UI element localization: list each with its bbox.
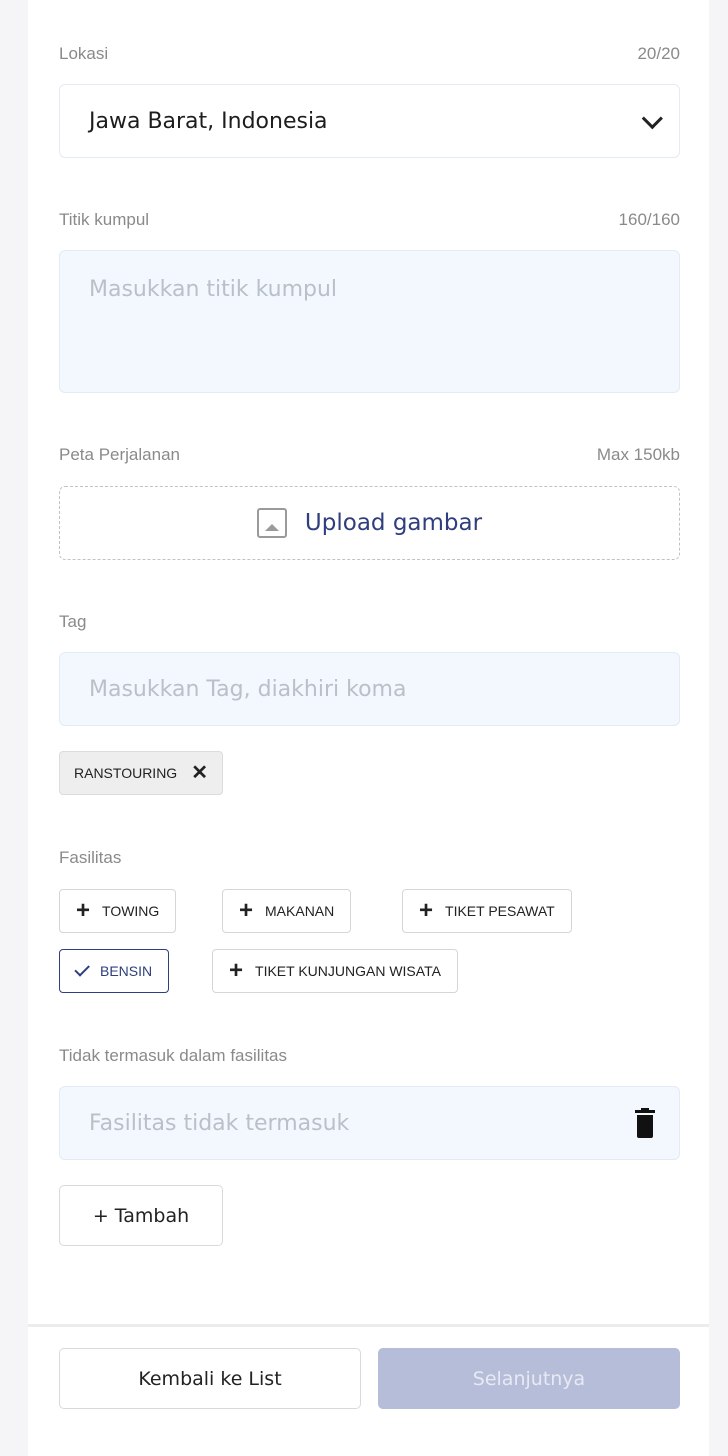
route-map-label-row: Peta Perjalanan Max 150kb — [59, 445, 680, 465]
excluded-label-row: Tidak termasuk dalam fasilitas — [59, 1046, 680, 1066]
trash-icon[interactable] — [635, 1108, 655, 1138]
check-icon — [74, 961, 90, 977]
location-label-row: Lokasi 20/20 — [59, 44, 680, 64]
tag-input[interactable]: Masukkan Tag, diakhiri koma — [59, 652, 680, 726]
location-value: Jawa Barat, Indonesia — [89, 108, 328, 134]
meeting-point-label: Titik kumpul — [59, 210, 150, 229]
excluded-placeholder: Fasilitas tidak termasuk — [89, 1110, 350, 1136]
plus-icon: + — [239, 897, 254, 924]
plus-icon: + — [229, 957, 244, 984]
facilities-label: Fasilitas — [59, 848, 122, 867]
route-map-limit: Max 150kb — [596, 445, 680, 464]
meeting-point-textarea[interactable]: Masukkan titik kumpul — [59, 250, 680, 393]
back-to-list-button[interactable]: Kembali ke List — [59, 1348, 361, 1409]
facility-bensin-button[interactable]: BENSIN — [59, 949, 170, 993]
next-button[interactable]: Selanjutnya — [378, 1348, 680, 1409]
location-label: Lokasi — [59, 44, 109, 63]
plus-icon: + — [419, 897, 434, 924]
tag-label: Tag — [59, 612, 87, 631]
location-counter: 20/20 — [637, 44, 680, 63]
footer-divider — [28, 1324, 709, 1327]
add-excluded-button[interactable]: + Tambah — [59, 1185, 223, 1246]
meeting-point-label-row: Titik kumpul 160/160 — [59, 210, 680, 230]
facilities-label-row: Fasilitas — [59, 848, 680, 868]
facility-makanan-button[interactable]: + MAKANAN — [222, 889, 352, 933]
excluded-facility-input[interactable]: Fasilitas tidak termasuk — [59, 1086, 680, 1160]
meeting-point-counter: 160/160 — [618, 210, 680, 229]
tag-label-row: Tag — [59, 612, 680, 632]
facility-tiket-pesawat-button[interactable]: + TIKET PESAWAT — [402, 889, 572, 933]
facility-label: BENSIN — [100, 963, 153, 979]
excluded-label: Tidak termasuk dalam fasilitas — [59, 1046, 288, 1065]
tag-placeholder: Masukkan Tag, diakhiri koma — [89, 676, 407, 702]
meeting-point-placeholder: Masukkan titik kumpul — [89, 277, 338, 302]
chevron-down-icon — [641, 107, 663, 129]
facility-label: TOWING — [102, 903, 160, 919]
upload-label: Upload gambar — [304, 510, 483, 536]
facility-tiket-kunjungan-wisata-button[interactable]: + TIKET KUNJUNGAN WISATA — [212, 949, 458, 993]
tag-chip: RANSTOURING ✕ — [59, 751, 223, 795]
route-map-label: Peta Perjalanan — [59, 445, 180, 464]
plus-icon: + — [76, 897, 91, 924]
facility-label: MAKANAN — [265, 903, 335, 919]
facility-label: TIKET KUNJUNGAN WISATA — [255, 963, 441, 979]
image-icon — [256, 508, 287, 538]
upload-image-dropzone[interactable]: Upload gambar — [59, 486, 680, 560]
location-select[interactable]: Jawa Barat, Indonesia — [59, 84, 680, 158]
facility-label: TIKET PESAWAT — [445, 903, 555, 919]
tag-chip-label: RANSTOURING — [74, 765, 178, 781]
form-page: Lokasi 20/20 Jawa Barat, Indonesia Titik… — [28, 0, 709, 1456]
close-icon[interactable]: ✕ — [191, 763, 208, 783]
facility-towing-button[interactable]: + TOWING — [59, 889, 177, 933]
